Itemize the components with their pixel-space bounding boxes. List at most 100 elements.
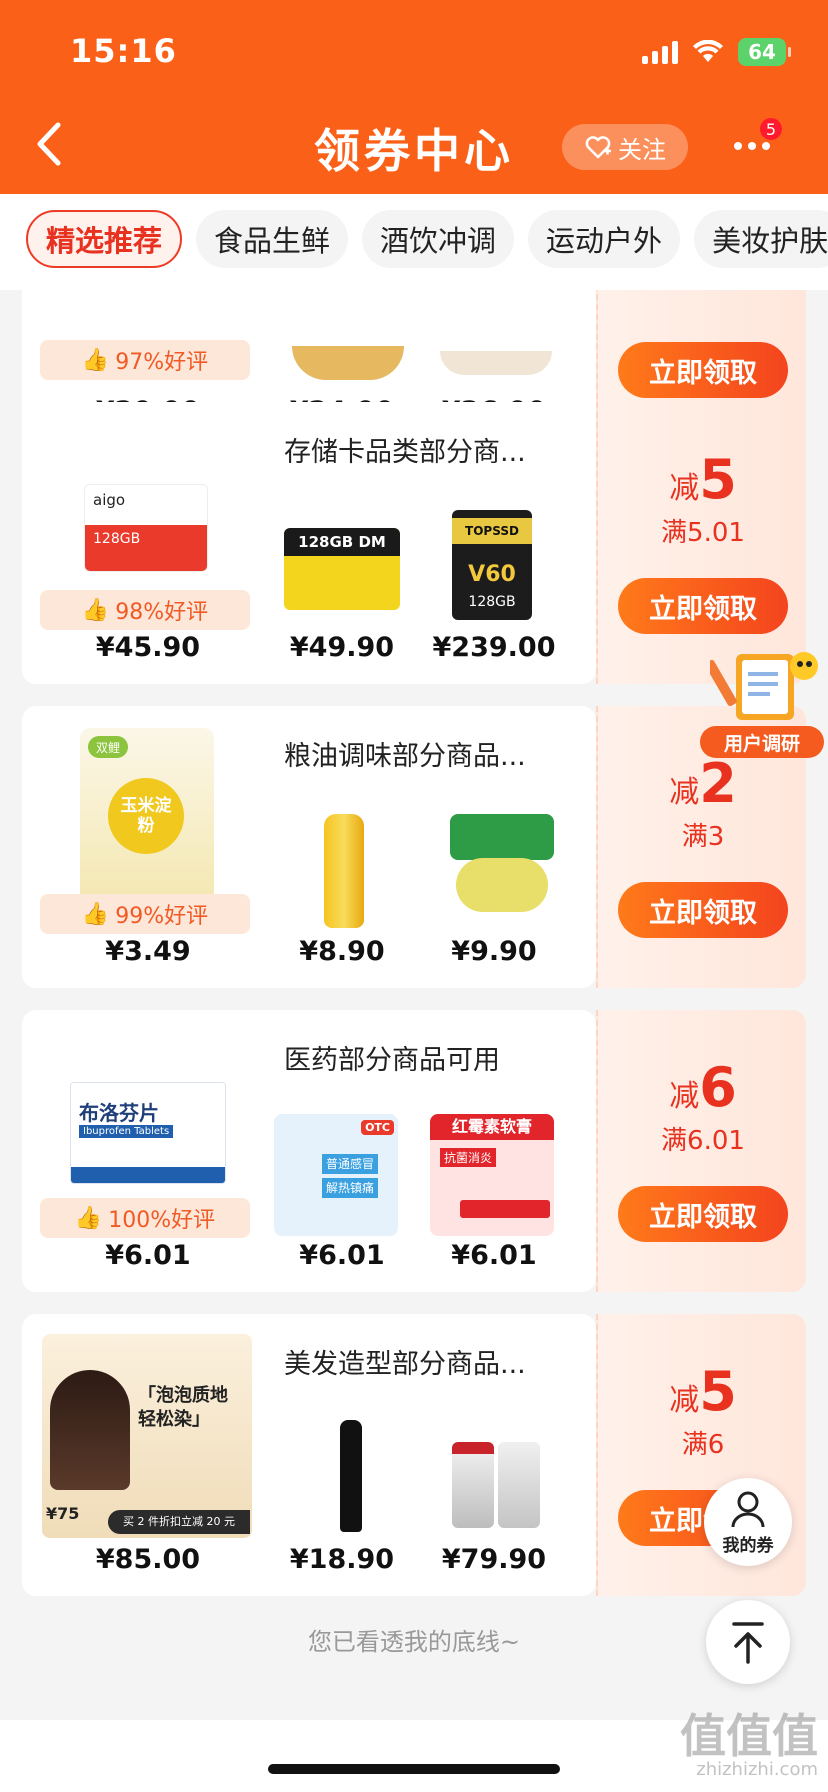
rating-text: 97%好评 — [115, 350, 209, 375]
pickle-image — [450, 814, 554, 918]
snack-image — [292, 346, 404, 380]
end-of-list-text: 您已看透我的底线~ — [307, 1628, 521, 1656]
discount-threshold: 满6 — [681, 1430, 725, 1460]
coupon-list: 👍 97%好评 ¥29.90 ¥24.90 ¥36.90 立即领取 存储卡品类部… — [0, 290, 828, 1720]
product-label: 普通感冒 — [322, 1154, 378, 1174]
status-icons: 64 — [642, 38, 791, 66]
thumbs-up-icon: 👍 — [81, 901, 110, 927]
dot-icon — [748, 142, 756, 150]
product-label: 红霉素软膏 — [430, 1114, 554, 1140]
claim-button[interactable]: 立即领取 — [618, 882, 788, 938]
discount-threshold: 满3 — [681, 822, 725, 852]
rating-badge: 👍 97%好评 — [40, 340, 250, 380]
product-price: ¥6.01 — [451, 1240, 537, 1271]
product-label: 布洛芬片 — [79, 1101, 159, 1125]
oil-bottle-image — [324, 814, 364, 928]
watermark-sub: zhizhizhi.com — [696, 1759, 818, 1780]
my-coupons-button[interactable]: 我的券 — [704, 1478, 792, 1566]
hair-dye-image: 「泡泡质地 轻松染」 ¥75 买 2 件折扣立减 20 元 — [42, 1334, 252, 1538]
tab-drinks[interactable]: 酒饮冲调 — [362, 210, 515, 268]
model-image — [50, 1370, 130, 1490]
erythromycin-image: 红霉素软膏 抗菌消炎 — [430, 1114, 554, 1236]
discount-prefix: 减 — [669, 1079, 700, 1114]
rating-badge: 👍 100%好评 — [40, 1198, 250, 1238]
notification-badge: 5 — [758, 116, 784, 142]
heart-plus-icon — [585, 136, 611, 159]
tab-sports[interactable]: 运动户外 — [528, 210, 681, 268]
watermark-main: 值值值 — [680, 1709, 818, 1763]
card-products: 粮油调味部分商品... 双鲤 玉米淀粉 👍 99%好评 ¥3.49 ¥8.90 … — [22, 706, 596, 988]
discount-prefix: 减 — [669, 775, 700, 810]
coupon-card[interactable]: 美发造型部分商品... 「泡泡质地 轻松染」 ¥75 买 2 件折扣立减 20 … — [22, 1314, 806, 1596]
claim-button[interactable]: 立即领取 — [618, 578, 788, 634]
brand-text: aigo — [93, 491, 126, 509]
thumbs-up-icon: 👍 — [81, 347, 110, 373]
dot-icon — [734, 142, 742, 150]
rating-text: 99%好评 — [115, 904, 209, 929]
microsd-image: 128GB DM — [284, 528, 400, 610]
tab-fresh-food[interactable]: 食品生鲜 — [196, 210, 349, 268]
rating-badge: 👍 98%好评 — [40, 590, 250, 630]
coupon-card[interactable]: 粮油调味部分商品... 双鲤 玉米淀粉 👍 99%好评 ¥3.49 ¥8.90 … — [22, 706, 806, 988]
card-products: 美发造型部分商品... 「泡泡质地 轻松染」 ¥75 买 2 件折扣立减 20 … — [22, 1314, 596, 1596]
v60-label: V60 — [468, 562, 516, 587]
card-title: 存储卡品类部分商... — [284, 437, 526, 468]
product-price: ¥8.90 — [299, 936, 385, 967]
back-to-top-button[interactable] — [706, 1600, 790, 1684]
ad-price: ¥75 — [46, 1504, 80, 1523]
product-sublabel: 抗菌消炎 — [440, 1148, 497, 1167]
product-label-en: Ibuprofen Tablets — [79, 1125, 174, 1138]
product-price: ¥49.90 — [289, 632, 395, 663]
discount-prefix: 减 — [669, 1383, 700, 1418]
signal-icon — [642, 40, 678, 64]
claim-button[interactable]: 立即领取 — [618, 1186, 788, 1242]
product-price: ¥79.90 — [441, 1544, 547, 1575]
user-icon — [731, 1491, 765, 1527]
card-title: 粮油调味部分商品... — [284, 741, 526, 772]
follow-button[interactable]: 关注 — [562, 124, 688, 170]
discount-prefix: 减 — [669, 471, 700, 506]
ibuprofen-image: 布洛芬片 Ibuprofen Tablets — [70, 1082, 226, 1184]
brand-text: 双鲤 — [88, 736, 128, 758]
product-label: 玉米淀粉 — [108, 778, 184, 854]
dm-label: 128GB DM — [284, 528, 400, 556]
ad-slogan: 「泡泡质地 轻松染」 — [138, 1385, 228, 1430]
tab-featured[interactable]: 精选推荐 — [26, 210, 183, 268]
coupon-card[interactable]: 医药部分商品可用 布洛芬片 Ibuprofen Tablets OTC 普通感冒… — [22, 1010, 806, 1292]
rating-badge: 👍 99%好评 — [40, 894, 250, 934]
cornstarch-image: 双鲤 玉米淀粉 — [80, 728, 214, 908]
coupon-side: 减6 满6.01 立即领取 — [596, 1010, 806, 1292]
product-price: ¥6.01 — [299, 1240, 385, 1271]
coupon-card[interactable]: 存储卡品类部分商... aigo 128GB 128GB DM TOPSSD V… — [22, 402, 806, 684]
ad-promo: 买 2 件折扣立减 20 元 — [108, 1510, 250, 1534]
discount-amount: 减5 — [598, 448, 808, 511]
thumbs-up-icon: 👍 — [81, 597, 110, 623]
watermark: 值值值 zhizhizhi.com — [680, 1712, 818, 1780]
survey-float-button[interactable]: 用户调研 — [700, 644, 828, 762]
discount-value: 5 — [699, 448, 737, 511]
coupon-side: 减5 满5.01 立即领取 — [596, 402, 806, 684]
sd-card-image: aigo 128GB — [84, 484, 208, 572]
card-products: 存储卡品类部分商... aigo 128GB 128GB DM TOPSSD V… — [22, 402, 596, 684]
arrow-up-icon — [732, 1622, 764, 1664]
my-coupons-label: 我的券 — [722, 1535, 774, 1556]
cold-medicine-image: OTC 普通感冒 解热镇痛 — [274, 1114, 398, 1236]
card-title: 美发造型部分商品... — [284, 1349, 526, 1380]
snack-image — [440, 351, 552, 375]
product-label: 解热镇痛 — [322, 1178, 378, 1198]
tab-beauty[interactable]: 美妆护肤 — [694, 210, 828, 268]
category-tabs: 精选推荐 食品生鲜 酒饮冲调 运动户外 美妆护肤 — [0, 194, 828, 290]
hair-pouch-image — [498, 1442, 540, 1528]
discount-value: 6 — [699, 1056, 737, 1119]
product-price: ¥18.90 — [289, 1544, 395, 1575]
mascara-image — [340, 1420, 362, 1532]
claim-button[interactable]: 立即领取 — [618, 342, 788, 398]
capacity-text: 128GB — [93, 531, 141, 547]
survey-label: 用户调研 — [700, 726, 824, 758]
follow-label: 关注 — [618, 135, 666, 164]
discount-amount: 减5 — [598, 1360, 808, 1423]
discount-amount: 减6 — [598, 1056, 808, 1119]
product-price: ¥3.49 — [105, 936, 191, 967]
battery-icon: 64 — [738, 38, 791, 66]
home-indicator — [268, 1764, 560, 1774]
